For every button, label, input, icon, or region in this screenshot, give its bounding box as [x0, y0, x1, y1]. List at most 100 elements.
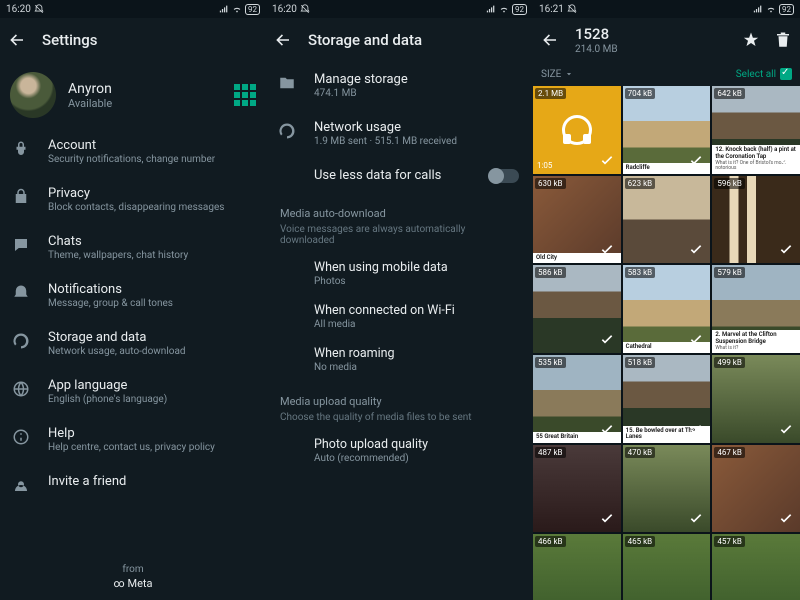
bell-off-icon: [34, 4, 44, 14]
media-tile[interactable]: 623 kB: [623, 176, 711, 264]
footer: from ∞ Meta: [0, 564, 266, 590]
wifi-icon: [232, 4, 242, 14]
upload-quality-header: Media upload quality: [266, 381, 533, 412]
bell-off-icon: [300, 4, 310, 14]
check-icon: [688, 152, 704, 168]
select-all-checkbox[interactable]: [780, 68, 792, 80]
less-data-row[interactable]: Use less data for calls: [266, 158, 533, 193]
row-icon: [12, 188, 30, 206]
status-time: 16:21: [539, 4, 564, 15]
media-tile[interactable]: 596 kB: [712, 176, 800, 264]
media-tile[interactable]: 579 kB2. Marvel at the Clifton Suspensio…: [712, 265, 800, 353]
status-bar: 16:20 92: [266, 0, 533, 18]
less-data-toggle[interactable]: [489, 169, 519, 183]
tile-size: 470 kB: [625, 447, 656, 458]
tile-size: 467 kB: [714, 447, 745, 458]
row-icon: [12, 476, 30, 494]
settings-item-account[interactable]: Account Security notifications, change n…: [0, 128, 266, 176]
selection-count: 1528: [575, 25, 618, 43]
profile-row[interactable]: Anyron Available: [0, 62, 266, 128]
media-tile[interactable]: 467 kB: [712, 445, 800, 533]
media-tile[interactable]: 583 kBCathedral: [623, 265, 711, 353]
star-icon[interactable]: [742, 31, 760, 49]
tile-size: 499 kB: [714, 357, 745, 368]
sort-button[interactable]: SIZE: [541, 69, 574, 80]
tile-size: 466 kB: [535, 536, 566, 547]
row-icon: [12, 428, 30, 446]
tile-size: 535 kB: [535, 357, 566, 368]
row-icon: [12, 284, 30, 302]
tile-size: 518 kB: [625, 357, 656, 368]
back-icon[interactable]: [8, 31, 26, 49]
battery-icon: 92: [512, 4, 527, 15]
media-tile[interactable]: 499 kB: [712, 355, 800, 443]
qr-icon[interactable]: [234, 84, 256, 106]
sort-bar: SIZE Select all: [533, 62, 800, 86]
signal-icon: [753, 4, 763, 14]
media-tile[interactable]: 518 kB15. Be bowled over at The Lanes: [623, 355, 711, 443]
manage-storage-row[interactable]: Manage storage 474.1 MB: [266, 62, 533, 110]
settings-item-storage-and-data[interactable]: Storage and data Network usage, auto-dow…: [0, 320, 266, 368]
signal-icon: [486, 4, 496, 14]
media-tile[interactable]: 642 kB12. Knock back (half) a pint at th…: [712, 86, 800, 174]
settings-item-app-language[interactable]: App language English (phone's language): [0, 368, 266, 416]
row-icon: [12, 140, 30, 158]
media-tile[interactable]: 465 kB: [623, 534, 711, 600]
page-title: Storage and data: [308, 31, 422, 49]
tile-size: 642 kB: [714, 88, 745, 99]
auto-download-row[interactable]: When using mobile dataPhotos: [266, 252, 533, 295]
wifi-icon: [499, 4, 509, 14]
settings-item-invite-a-friend[interactable]: Invite a friend: [0, 464, 266, 508]
media-tile[interactable]: 470 kB: [623, 445, 711, 533]
media-tile[interactable]: 2.1 MB1:05: [533, 86, 621, 174]
delete-icon[interactable]: [774, 31, 792, 49]
folder-icon: [278, 74, 296, 92]
auto-download-row[interactable]: When connected on Wi-FiAll media: [266, 295, 533, 338]
check-icon: [688, 421, 704, 437]
check-icon: [599, 152, 615, 168]
check-icon: [599, 331, 615, 347]
row-icon: [12, 380, 30, 398]
photo-quality-row[interactable]: Photo upload quality Auto (recommended): [266, 429, 533, 472]
settings-item-notifications[interactable]: Notifications Message, group & call tone…: [0, 272, 266, 320]
select-all-button[interactable]: Select all: [736, 68, 792, 80]
profile-name: Anyron: [68, 81, 112, 97]
check-icon: [688, 331, 704, 347]
media-tile[interactable]: 487 kB: [533, 445, 621, 533]
media-tile[interactable]: 586 kB: [533, 265, 621, 353]
row-icon: [12, 236, 30, 254]
battery-icon: 92: [245, 4, 260, 15]
header: 1528 214.0 MB: [533, 18, 800, 62]
chevron-down-icon: [564, 69, 574, 79]
settings-item-help[interactable]: Help Help centre, contact us, privacy po…: [0, 416, 266, 464]
headphones-icon: [562, 115, 592, 145]
media-tile[interactable]: 630 kBOld City: [533, 176, 621, 264]
profile-status: Available: [68, 97, 112, 110]
media-tile[interactable]: 704 kBRadcliffe: [623, 86, 711, 174]
tile-size: 596 kB: [714, 178, 745, 189]
media-auto-header: Media auto-download: [266, 193, 533, 224]
auto-download-row[interactable]: When roamingNo media: [266, 338, 533, 381]
check-icon: [778, 241, 794, 257]
network-usage-row[interactable]: Network usage 1.9 MB sent · 515.1 MB rec…: [266, 110, 533, 158]
check-icon: [688, 510, 704, 526]
media-auto-desc: Voice messages are always automatically …: [266, 224, 533, 252]
bell-off-icon: [567, 4, 577, 14]
avatar: [10, 72, 56, 118]
media-tile[interactable]: 535 kB55 Great Britain: [533, 355, 621, 443]
check-icon: [599, 241, 615, 257]
back-icon[interactable]: [274, 31, 292, 49]
settings-item-chats[interactable]: Chats Theme, wallpapers, chat history: [0, 224, 266, 272]
status-time: 16:20: [6, 4, 31, 15]
media-tile[interactable]: 457 kB: [712, 534, 800, 600]
tile-size: 487 kB: [535, 447, 566, 458]
back-icon[interactable]: [541, 31, 559, 49]
settings-item-privacy[interactable]: Privacy Block contacts, disappearing mes…: [0, 176, 266, 224]
status-time: 16:20: [272, 4, 297, 15]
header: Storage and data: [266, 18, 533, 62]
signal-icon: [219, 4, 229, 14]
media-tile[interactable]: 466 kB: [533, 534, 621, 600]
battery-icon: 92: [779, 4, 794, 15]
check-icon: [778, 331, 794, 347]
tile-size: 630 kB: [535, 178, 566, 189]
